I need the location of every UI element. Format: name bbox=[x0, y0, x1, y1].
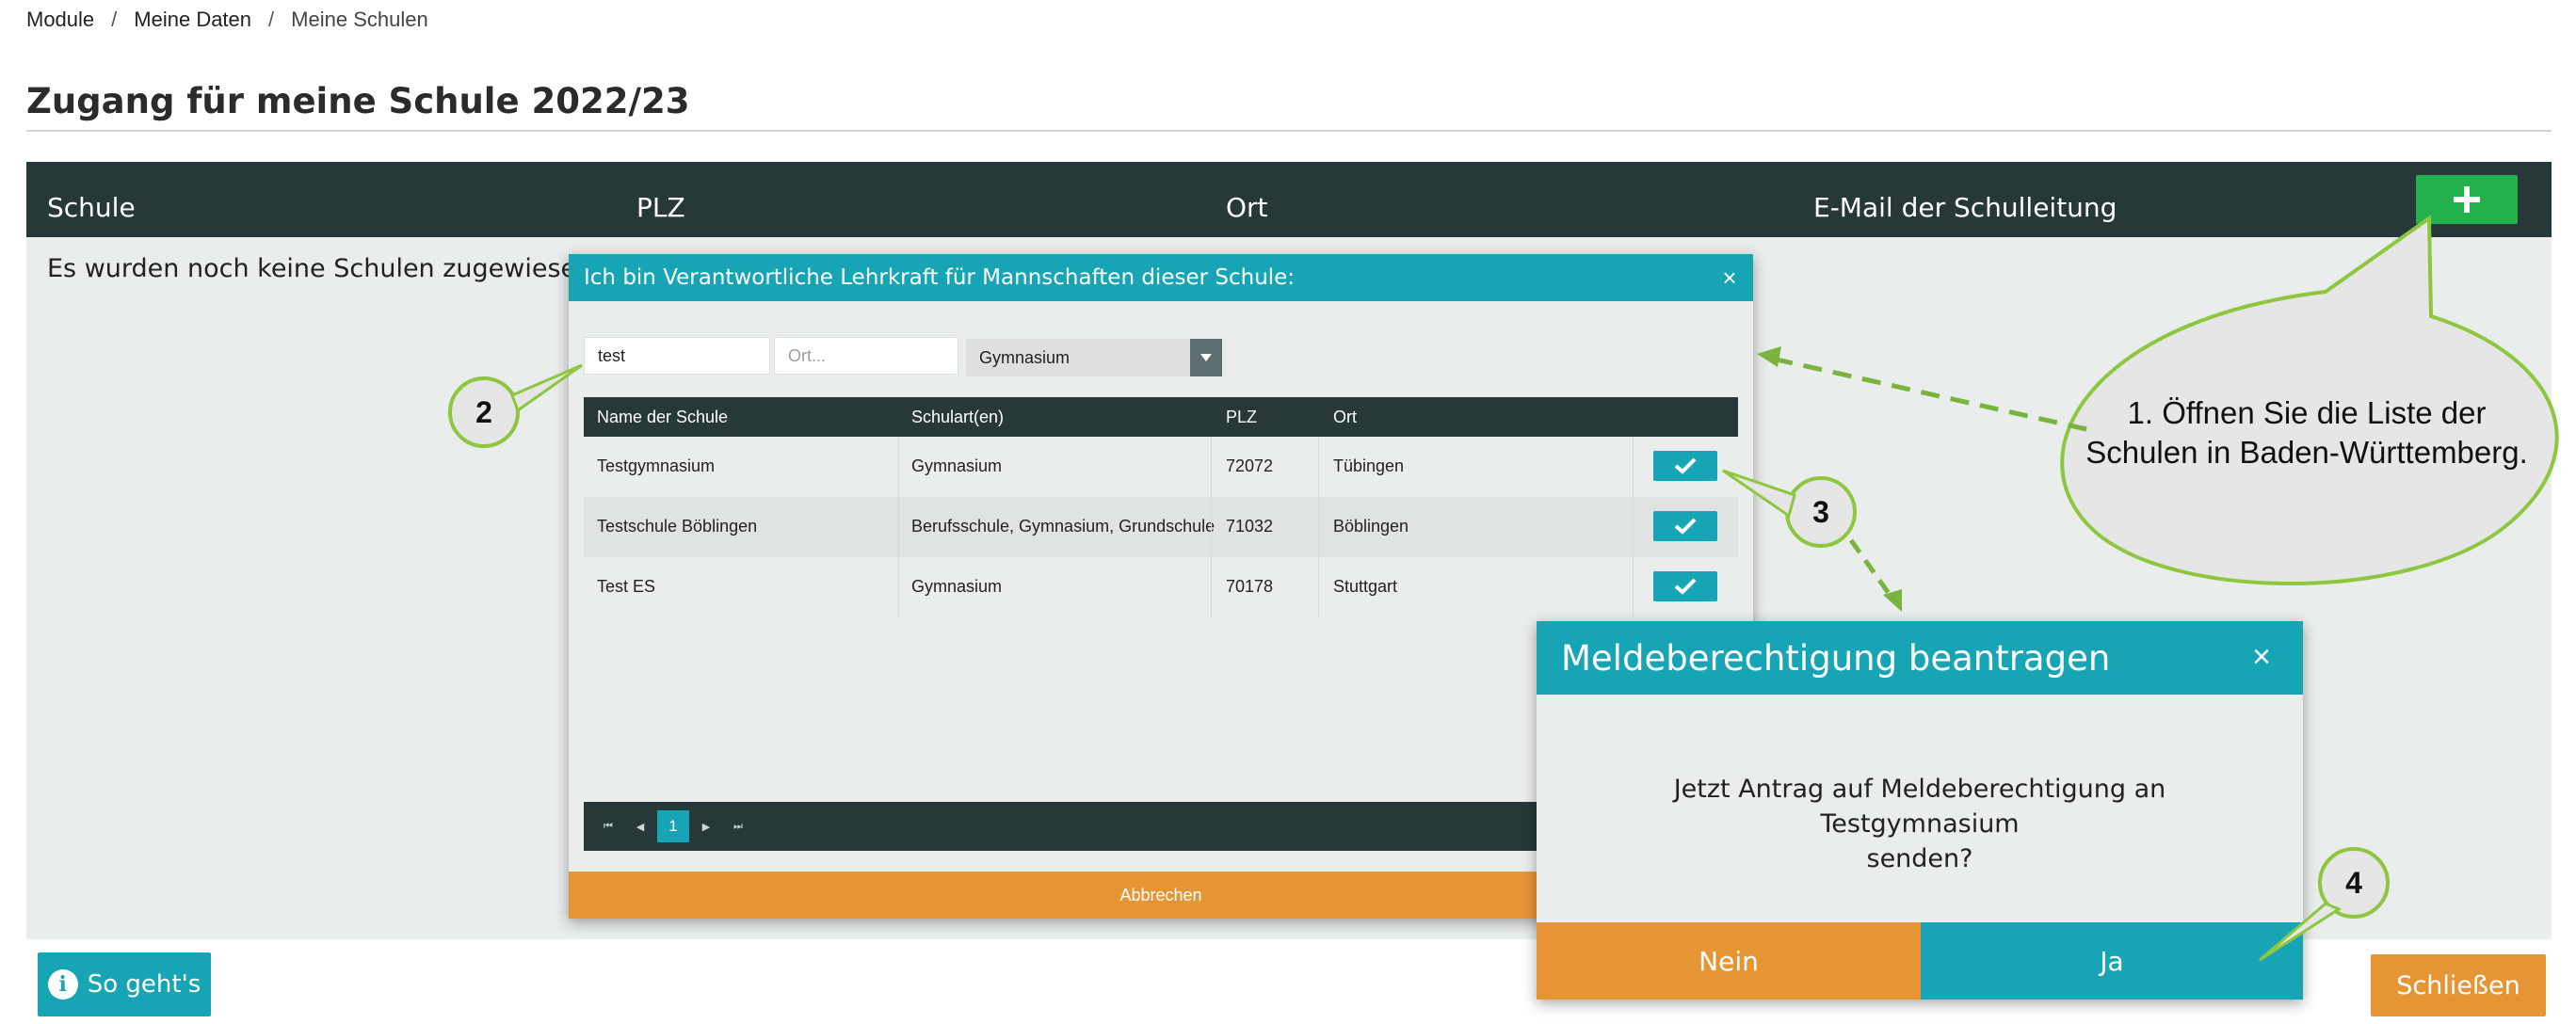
add-school-button[interactable] bbox=[2416, 175, 2518, 224]
empty-schools-message: Es wurden noch keine Schulen zugewiesen. bbox=[47, 254, 601, 283]
column-header-name: Name der Schule bbox=[597, 408, 729, 426]
breadcrumb-module[interactable]: Module bbox=[26, 8, 94, 32]
school-plz: 72072 bbox=[1226, 456, 1274, 475]
column-header-schule: Schule bbox=[47, 192, 136, 223]
column-header-ort: Ort bbox=[1226, 192, 1268, 223]
school-plz: 70178 bbox=[1226, 577, 1274, 596]
school-type: Berufsschule, Gymnasium, Grundschule bbox=[911, 517, 1216, 536]
select-school-button[interactable] bbox=[1653, 451, 1717, 481]
school-name: Testschule Böblingen bbox=[597, 517, 758, 536]
last-page-icon[interactable]: ⏭ bbox=[729, 817, 748, 836]
column-divider bbox=[1633, 437, 1634, 617]
page-number-button[interactable]: 1 bbox=[657, 810, 689, 842]
confirm-message-line: Jetzt Antrag auf Meldeberechtigung an Te… bbox=[1673, 775, 2166, 839]
select-arrow[interactable] bbox=[1190, 339, 1222, 376]
school-plz: 71032 bbox=[1226, 517, 1274, 536]
no-button[interactable]: Nein bbox=[1537, 922, 1921, 1000]
breadcrumb-separator: / bbox=[268, 8, 275, 31]
breadcrumb-separator: / bbox=[111, 8, 118, 31]
checkmark-icon bbox=[1674, 518, 1697, 535]
table-row bbox=[584, 437, 1738, 497]
column-header-plz: PLZ bbox=[1226, 408, 1258, 426]
chevron-down-icon bbox=[1200, 354, 1212, 361]
breadcrumb: Module / Meine Daten / Meine Schulen bbox=[26, 8, 428, 32]
column-header-plz: PLZ bbox=[636, 192, 685, 223]
confirm-dialog-close-icon[interactable]: × bbox=[2243, 638, 2280, 676]
column-divider bbox=[1211, 437, 1212, 617]
school-name: Test ES bbox=[597, 577, 656, 596]
column-divider bbox=[1318, 437, 1319, 617]
step-badge-label: 4 bbox=[2345, 866, 2362, 900]
school-name: Testgymnasium bbox=[597, 456, 716, 475]
school-ort: Stuttgart bbox=[1333, 577, 1398, 596]
checkmark-icon bbox=[1674, 578, 1697, 595]
school-list-header bbox=[584, 397, 1738, 437]
ort-filter-input[interactable]: Ort... bbox=[774, 337, 958, 375]
previous-page-icon[interactable]: ◀ bbox=[631, 817, 650, 836]
info-icon: i bbox=[47, 969, 78, 1000]
callout-line: Schulen in Baden-Württemberg. bbox=[2085, 435, 2528, 470]
next-page-icon[interactable]: ▶ bbox=[697, 817, 716, 836]
column-header-schulart: Schulart(en) bbox=[911, 408, 1005, 426]
column-header-ort: Ort bbox=[1333, 408, 1357, 426]
page-title: Zugang für meine Schule 2022/23 bbox=[26, 81, 690, 121]
school-name-filter-input[interactable]: test bbox=[584, 337, 770, 375]
callout-text: 1. Öffnen Sie die Liste der Schulen in B… bbox=[2062, 393, 2552, 472]
breadcrumb-meine-schulen: Meine Schulen bbox=[291, 8, 428, 31]
schools-table-header bbox=[26, 162, 2552, 237]
school-type: Gymnasium bbox=[911, 577, 1003, 596]
close-button[interactable]: Schließen bbox=[2371, 954, 2546, 1016]
table-row bbox=[584, 557, 1738, 617]
first-page-icon[interactable]: ⏮ bbox=[599, 817, 618, 836]
title-divider bbox=[26, 130, 2552, 132]
howto-button[interactable]: i So geht's bbox=[38, 952, 211, 1016]
schulart-select[interactable]: Gymnasium bbox=[966, 339, 1222, 376]
school-ort: Böblingen bbox=[1333, 517, 1409, 536]
yes-button[interactable]: Ja bbox=[1921, 922, 2303, 1000]
howto-label: So geht's bbox=[87, 970, 201, 999]
school-ort: Tübingen bbox=[1333, 456, 1405, 475]
breadcrumb-meine-daten[interactable]: Meine Daten bbox=[134, 8, 251, 32]
checkmark-icon bbox=[1674, 457, 1697, 474]
plus-icon bbox=[2454, 186, 2480, 213]
callout-line: 1. Öffnen Sie die Liste der bbox=[2127, 395, 2487, 430]
school-type: Gymnasium bbox=[911, 456, 1003, 475]
select-school-button[interactable] bbox=[1653, 571, 1717, 601]
school-dialog-close-icon[interactable]: × bbox=[1715, 264, 1744, 292]
step-badge-label: 2 bbox=[475, 395, 492, 429]
confirm-dialog-message: Jetzt Antrag auf Meldeberechtigung an Te… bbox=[1574, 772, 2265, 876]
column-header-email: E-Mail der Schulleitung bbox=[1813, 192, 2117, 223]
step-badge-label: 3 bbox=[1812, 495, 1829, 529]
column-divider bbox=[898, 437, 899, 617]
select-school-button[interactable] bbox=[1653, 511, 1717, 541]
confirm-message-line: senden? bbox=[1866, 844, 1973, 873]
confirm-dialog-title: Meldeberechtigung beantragen bbox=[1537, 621, 2303, 695]
school-dialog-title: Ich bin Verantwortliche Lehrkraft für Ma… bbox=[569, 254, 1753, 301]
